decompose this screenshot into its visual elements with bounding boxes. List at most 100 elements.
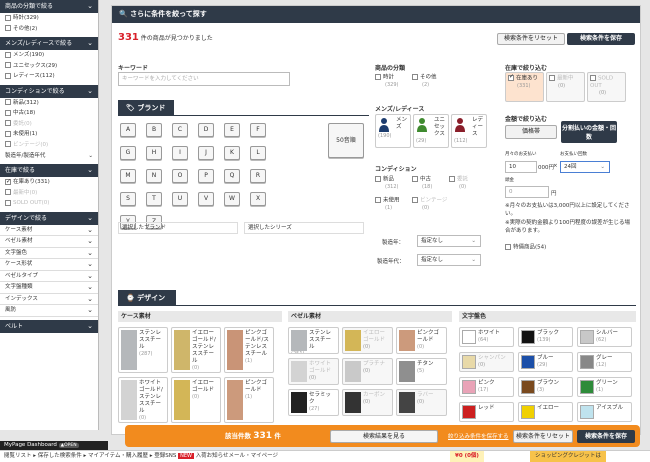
sidebar-accordion-item[interactable]: ケース形状 ⌄	[0, 259, 98, 271]
brand-letter-key[interactable]: G	[120, 146, 136, 160]
sidebar-filter-item[interactable]: 未使用(1)	[0, 129, 98, 140]
view-results-button[interactable]: 検索結果を見る	[330, 430, 438, 443]
sidebar-filter-item[interactable]: ビンテージ(0)	[0, 140, 98, 151]
sidebar-section-header[interactable]: メンズ/レディースで絞る ⌄	[0, 37, 98, 50]
sidebar-filter-item[interactable]: ユニセックス(29)	[0, 61, 98, 72]
sidebar-filter-item[interactable]: メンズ(190)	[0, 50, 98, 61]
bezel-cards-card[interactable]: ラバー (0)	[396, 389, 447, 416]
bottom-save-button[interactable]: 検索条件を保存	[577, 430, 635, 443]
checkbox[interactable]	[412, 176, 418, 182]
checkbox[interactable]	[5, 189, 11, 195]
dial-cards-card[interactable]: ブラウン (3)	[518, 377, 573, 397]
brand-letter-key[interactable]: Q	[224, 169, 240, 183]
sidebar-accordion-item[interactable]: インデックス ⌄	[0, 294, 98, 305]
bottom-reset-button[interactable]: 検索条件をリセット	[513, 430, 573, 443]
condition-option[interactable]: 委託 (0)	[449, 176, 468, 191]
save-conditions-button[interactable]: 検索条件を保存	[567, 33, 635, 45]
stock-option[interactable]: SOLD OUT (0)	[587, 72, 626, 102]
era-select[interactable]: 指定なし ⌄	[417, 254, 481, 266]
brand-letter-key[interactable]: V	[198, 192, 214, 206]
category-option[interactable]: その他 (2)	[412, 74, 437, 89]
numeric-order-key[interactable]: 50音順	[328, 123, 364, 158]
brand-letter-key[interactable]: X	[250, 192, 266, 206]
dial-cards-card[interactable]: グリーン (1)	[577, 377, 632, 397]
sidebar-filter-item[interactable]: 最新中(0)	[0, 188, 98, 199]
tab-design[interactable]: ⌚ デザイン	[118, 290, 176, 306]
checkbox[interactable]	[5, 25, 11, 31]
brand-letter-key[interactable]: S	[120, 192, 136, 206]
sidebar-filter-item[interactable]: 委託(0)	[0, 119, 98, 130]
brand-letter-key[interactable]: N	[146, 169, 162, 183]
brand-letter-key[interactable]: L	[250, 146, 266, 160]
sidebar-accordion-item[interactable]: ケース素材 ⌄	[0, 225, 98, 236]
sidebar-year-select[interactable]: 製造年/製造年代 ⌄	[5, 151, 93, 161]
sidebar-accordion-item[interactable]: 文字盤色 ⌄	[0, 248, 98, 259]
dial-cards-card[interactable]: グレー (12)	[577, 352, 632, 372]
dial-cards-card[interactable]: ブルー (29)	[518, 352, 573, 372]
down-payment-input[interactable]: 0	[505, 186, 549, 198]
bezel-cards-card[interactable]: プラチナ (0)	[342, 358, 393, 385]
condition-option[interactable]: 未使用 (1)	[375, 197, 400, 212]
dial-cards-card[interactable]: ホワイト (64)	[459, 327, 514, 347]
checkbox[interactable]	[375, 74, 381, 80]
case-cards-card[interactable]: ピンクゴールド/ステンレススチール (1)	[224, 327, 274, 373]
bezel-cards-card[interactable]: セラミック (27)	[288, 389, 339, 416]
brand-letter-key[interactable]: A	[120, 123, 136, 137]
sidebar-filter-item[interactable]: 新品(312)	[0, 98, 98, 109]
bezel-cards-card[interactable]: ホワイトゴールド (0)	[288, 358, 339, 385]
installment-button[interactable]: 分割払いの金額・回数	[561, 121, 617, 143]
condition-option[interactable]: ビンテージ (0)	[412, 197, 447, 212]
checkbox[interactable]	[449, 176, 455, 182]
sidebar-section-header[interactable]: 商品の分類で絞る ⌄	[0, 0, 98, 13]
checkbox[interactable]	[412, 74, 418, 80]
stock-option[interactable]: 在庫あり(331)	[505, 72, 544, 102]
save-conditions-link[interactable]: 絞り込み条件を保存する	[448, 432, 509, 440]
brand-letter-key[interactable]: E	[224, 123, 240, 137]
gender-option-card[interactable]: レディース (112)	[451, 114, 487, 148]
checkbox[interactable]	[508, 73, 514, 81]
sidebar-section-header[interactable]: デザインで絞る ⌄	[0, 211, 98, 225]
sidebar-filter-item[interactable]: 在庫あり(331)	[0, 177, 98, 188]
footer-links[interactable]: 閲覧リスト ▸ 保存した検索条件 ▸ マイアイテム・購入履歴 ▸ 登録SNS	[4, 453, 176, 459]
checkbox[interactable]	[412, 197, 418, 203]
keyword-input[interactable]: キーワードを入力してください	[118, 72, 290, 86]
checkbox[interactable]	[5, 199, 11, 206]
brand-letter-key[interactable]: M	[120, 169, 136, 183]
shopping-credit-link[interactable]: ショッピングクレジットは	[530, 451, 606, 462]
sidebar-filter-item[interactable]: SOLD OUT(0)	[0, 198, 98, 209]
checkbox[interactable]	[5, 99, 11, 105]
special-price-option[interactable]: 特價商品(54)	[505, 244, 546, 252]
brand-letter-key[interactable]: I	[172, 146, 188, 160]
brand-letter-key[interactable]: K	[224, 146, 240, 160]
year-select[interactable]: 指定なし ⌄	[417, 235, 481, 247]
bezel-cards-card[interactable]: イエローゴールド (0)	[342, 327, 393, 354]
brand-letter-key[interactable]: C	[172, 123, 188, 137]
checkbox[interactable]	[5, 109, 11, 116]
monthly-input[interactable]: 10	[505, 161, 537, 173]
brand-letter-key[interactable]: H	[146, 146, 162, 160]
category-option[interactable]: 時計 (329)	[375, 74, 398, 89]
condition-option[interactable]: 新品 (312)	[375, 176, 398, 191]
condition-option[interactable]: 中古 (18)	[412, 176, 432, 191]
checkbox[interactable]	[549, 75, 555, 81]
price-range-button[interactable]: 価格帯	[505, 125, 557, 139]
brand-letter-key[interactable]: O	[172, 169, 188, 183]
bezel-cards-card[interactable]: ステンレススチール (251)	[288, 327, 339, 354]
checkbox[interactable]	[5, 130, 11, 137]
sidebar-accordion-item[interactable]: 風防 ⌄	[0, 305, 98, 317]
sidebar-accordion-item[interactable]: ベゼルタイプ ⌄	[0, 271, 98, 282]
dial-cards-card[interactable]: ピンク (17)	[459, 377, 514, 397]
brand-letter-key[interactable]: U	[172, 192, 188, 206]
sidebar-accordion-item[interactable]: 文字盤種類 ⌄	[0, 282, 98, 294]
brand-letter-key[interactable]: P	[198, 169, 214, 183]
bezel-cards-card[interactable]: チタン (5)	[396, 358, 447, 385]
brand-letter-key[interactable]: T	[146, 192, 162, 206]
checkbox[interactable]	[5, 120, 11, 126]
checkbox[interactable]	[5, 51, 11, 58]
sidebar-filter-item[interactable]: その他(2)	[0, 24, 98, 35]
sidebar-section-header[interactable]: コンディションで絞る ⌄	[0, 84, 98, 98]
brand-letter-key[interactable]: W	[224, 192, 240, 206]
dial-cards-card[interactable]: アイスブル	[577, 402, 632, 422]
reset-conditions-button[interactable]: 検索条件をリセット	[497, 33, 565, 45]
sidebar-accordion-item[interactable]: ベゼル素材 ⌄	[0, 236, 98, 248]
